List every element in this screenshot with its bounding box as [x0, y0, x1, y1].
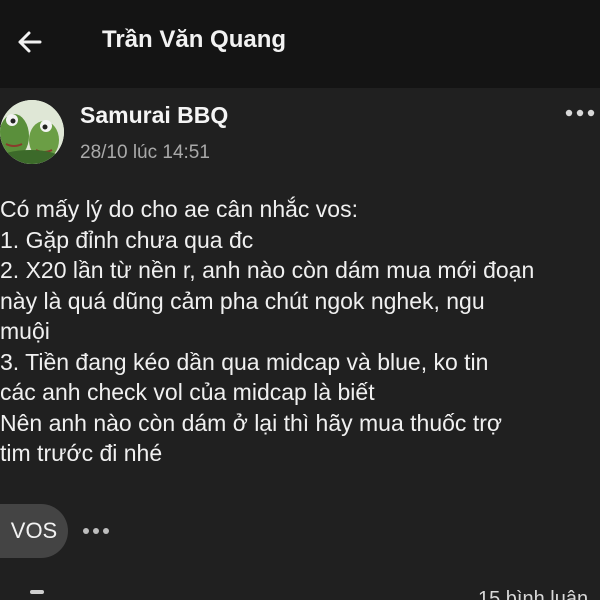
post-detail-screen: Trần Văn Quang Samurai BBQ 28/10 lúc 14:… — [0, 0, 600, 600]
reaction-bar-partial: 15 bình luận — [0, 584, 600, 600]
post-line: Có mấy lý do cho ae cân nhắc vos: — [0, 196, 358, 222]
reaction-icon-partial — [30, 590, 44, 594]
post-line: Nên anh nào còn dám ở lại thì hãy mua th… — [0, 409, 502, 436]
post-timestamp: 28/10 lúc 14:51 — [80, 142, 210, 163]
arrow-left-icon — [18, 31, 42, 53]
post-line: tim trước đi nhé — [0, 440, 163, 466]
tag-chip-vos[interactable]: VOS — [0, 504, 68, 558]
frog-avatar-image — [0, 100, 64, 164]
comment-count[interactable]: 15 bình luận — [478, 588, 588, 600]
author-name[interactable]: Samurai BBQ — [80, 102, 228, 129]
more-horizontal-icon — [565, 109, 595, 117]
post-line: 1. Gặp đỉnh chưa qua đc — [0, 226, 254, 253]
back-button[interactable] — [10, 22, 50, 62]
post-body: Có mấy lý do cho ae cân nhắc vos: 1. Gặp… — [0, 194, 600, 469]
post-line: các anh check vol của midcap là biết — [0, 379, 375, 405]
more-tags-button[interactable] — [80, 518, 112, 544]
post-line: 2. X20 lần từ nền r, anh nào còn dám mua… — [0, 257, 535, 283]
post-line: này là quá dũng cảm pha chút ngok nghek,… — [0, 287, 485, 314]
avatar[interactable] — [0, 100, 64, 164]
post-options-button[interactable] — [560, 100, 600, 126]
page-title: Trần Văn Quang — [102, 26, 287, 53]
top-app-bar: Trần Văn Quang — [0, 0, 600, 88]
post-line: muội — [0, 318, 50, 344]
more-horizontal-icon — [83, 528, 109, 534]
post-card: Samurai BBQ 28/10 lúc 14:51 Có mấy lý do… — [0, 88, 600, 600]
post-line: 3. Tiền đang kéo dần qua midcap và blue,… — [0, 348, 489, 375]
